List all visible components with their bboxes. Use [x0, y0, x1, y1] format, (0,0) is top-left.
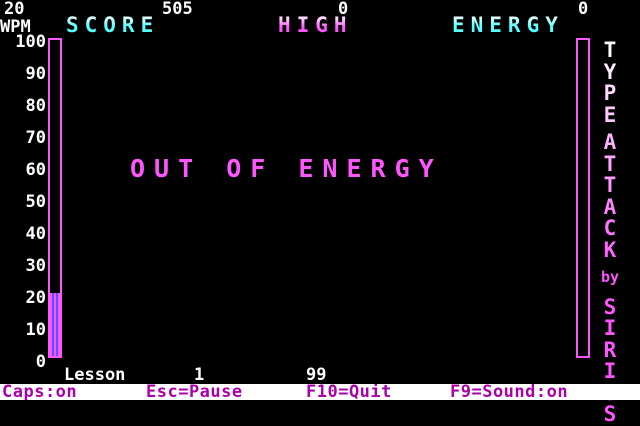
title-letter: Y [603, 59, 617, 84]
wpm-axis-tick: 30 [25, 256, 46, 276]
title-letter: S [603, 402, 617, 426]
caps-status: Caps:on [2, 384, 78, 400]
wpm-axis-tick: 60 [25, 160, 46, 180]
lesson-extra: 99 [306, 365, 327, 385]
title-letter: T [603, 151, 617, 176]
title-by: by [600, 268, 620, 286]
title-letter: C [603, 216, 617, 240]
wpm-axis-tick: 80 [25, 96, 46, 116]
wpm-axis-tick: 0 [35, 352, 46, 372]
wpm-axis-tick: 20 [25, 288, 46, 308]
lesson-label: Lesson [64, 365, 126, 385]
energy-label: ENERGY [452, 13, 564, 37]
sound-toggle[interactable]: F9=Sound:on [450, 384, 568, 400]
wpm-axis-tick: 100 [15, 32, 46, 52]
quit-hint[interactable]: F10=Quit [306, 384, 392, 400]
title-letter: K [603, 237, 617, 262]
high-label: HIGH [278, 13, 353, 37]
title-letter: T [603, 38, 617, 62]
wpm-meter [48, 38, 62, 358]
pause-hint[interactable]: Esc=Pause [146, 384, 243, 400]
wpm-axis-tick: 50 [25, 192, 46, 212]
score-value: 505 [162, 0, 193, 19]
title-letter: A [603, 194, 617, 219]
status-bar: Caps:on Esc=Pause F10=Quit F9=Sound:on [0, 384, 640, 400]
out-of-energy-message: OUT OF ENERGY [130, 154, 443, 183]
title-letter: E [603, 102, 617, 127]
wpm-axis-tick: 40 [25, 224, 46, 244]
energy-meter [576, 38, 590, 358]
title-letter: S [603, 294, 617, 319]
wpm-axis-tick: 10 [25, 320, 46, 340]
wpm-axis-tick: 70 [25, 128, 46, 148]
wpm-meter-fill [50, 293, 60, 356]
title-letter: P [603, 81, 617, 105]
score-label: SCORE [66, 13, 160, 37]
title-letter: I [603, 359, 617, 383]
title-letter: I [603, 316, 617, 340]
energy-value: 0 [578, 0, 589, 19]
title-letter: A [603, 130, 617, 154]
side-title: TYPEATTACKbySIRIUS [592, 40, 628, 426]
wpm-axis-tick: 90 [25, 64, 46, 84]
title-letter: T [603, 173, 617, 197]
title-letter: R [603, 337, 617, 362]
lesson-number: 1 [194, 365, 205, 385]
wpm-value: 20 [4, 0, 25, 19]
